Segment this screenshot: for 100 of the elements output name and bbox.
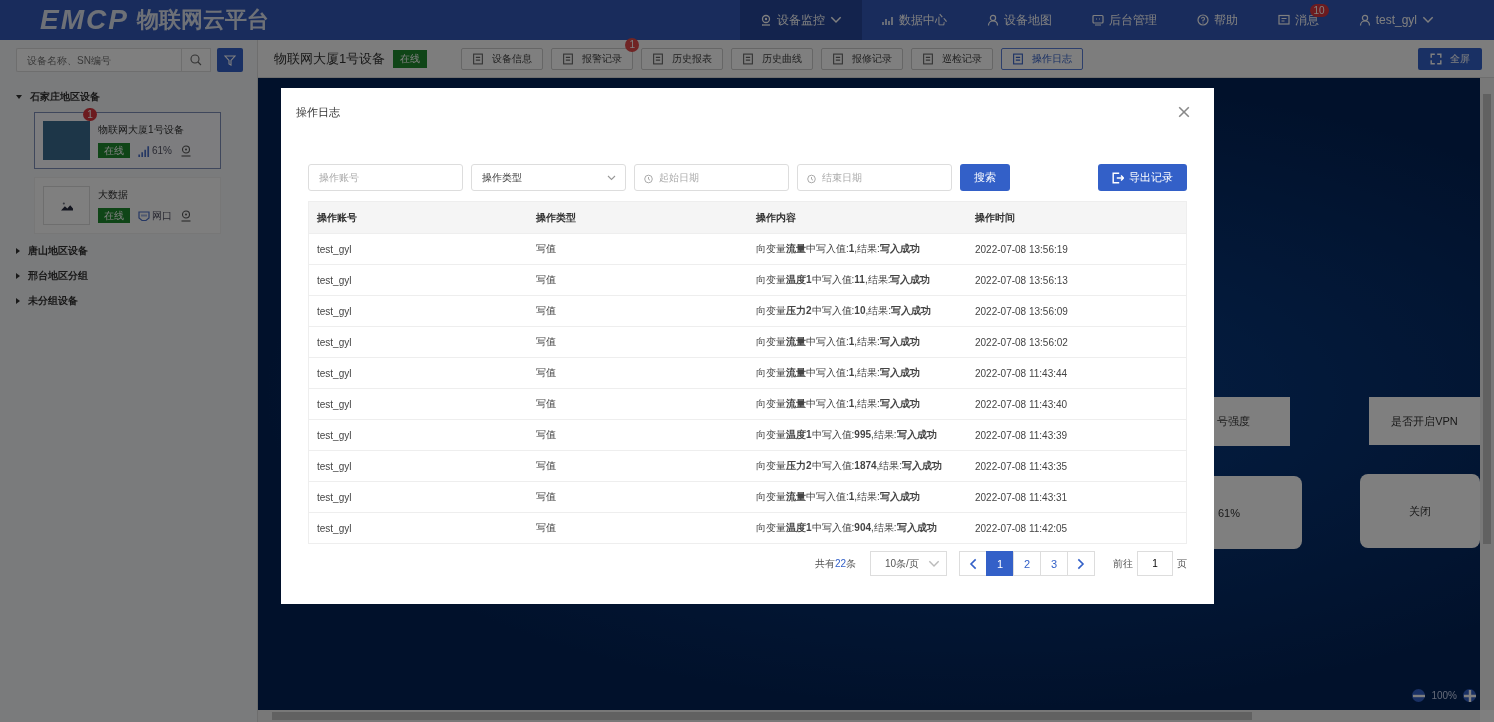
table-cell-text: 向变量压力2中写入值:1874,结果:写入成功: [756, 459, 944, 473]
table-cell-text: test_gyl: [317, 336, 353, 348]
table-cell-text: 写值: [536, 335, 557, 349]
clock-icon: [644, 173, 653, 185]
dialog-title: 操作日志: [296, 104, 340, 120]
group-label[interactable]: 邢台地区分组: [28, 268, 88, 283]
user-icon: [986, 14, 999, 26]
bar-chart-icon: [881, 14, 894, 26]
table-cell-text: 2022-07-08 13:56:19: [975, 243, 1069, 255]
next-page-button[interactable]: [1067, 551, 1095, 576]
table-cell-text: 向变量温度1中写入值:995,结果:写入成功: [756, 428, 938, 442]
toolbar-tab[interactable]: 历史曲线: [731, 47, 814, 70]
caret-icon: [607, 175, 616, 181]
column-header: 操作时间: [975, 210, 1016, 225]
status-tag: 在线: [393, 49, 428, 68]
toolbar-tab[interactable]: 操作日志: [1001, 47, 1084, 70]
nav-menu-item[interactable]: 帮助: [1176, 0, 1258, 40]
chevron-right-icon: [1075, 557, 1087, 570]
fullscreen-button[interactable]: 全屏: [1418, 47, 1482, 70]
nav-menu-item[interactable]: 后台管理: [1071, 0, 1177, 40]
document-icon: [922, 52, 935, 65]
group-label[interactable]: 唐山地区设备: [28, 243, 88, 258]
table-cell-text: 写值: [536, 490, 557, 504]
search-field[interactable]: 设备名称、SN编号: [16, 48, 181, 72]
table-cell-text: 2022-07-08 13:56:02: [975, 336, 1069, 348]
toolbar-tab[interactable]: 报警记录: [551, 47, 634, 70]
table-cell-text: 2022-07-08 11:43:35: [975, 460, 1069, 472]
table-cell-text: 2022-07-08 13:56:09: [975, 305, 1069, 317]
filter-button[interactable]: [217, 48, 243, 72]
nav-menu-item[interactable]: test_gyl: [1338, 0, 1454, 40]
page-size-dropdown[interactable]: 10条/页: [870, 551, 947, 576]
horizontal-scrollbar[interactable]: [258, 710, 1480, 722]
table-cell-text: test_gyl: [317, 429, 353, 441]
nav-menu-item[interactable]: 设备地图: [966, 0, 1072, 40]
page-button[interactable]: 3: [1040, 551, 1068, 576]
account-field[interactable]: 操作账号: [308, 164, 463, 191]
document-icon: [562, 52, 575, 65]
table-cell-text: 2022-07-08 11:43:44: [975, 367, 1069, 379]
table-cell-text: 写值: [536, 304, 557, 318]
document-icon: [652, 52, 665, 65]
table-cell-text: 写值: [536, 366, 557, 380]
photo-placeholder: [43, 121, 90, 160]
table-cell-text: 向变量流量中写入值:1,结果:写入成功: [756, 335, 921, 349]
status-tag: 在线: [98, 143, 130, 158]
toolbar-tab[interactable]: 设备信息: [461, 47, 544, 70]
goto-label: 前往: [1113, 556, 1133, 571]
page-suffix: 页: [1177, 556, 1187, 571]
table-cell-text: 2022-07-08 11:43:39: [975, 429, 1069, 441]
expand-triangle-icon[interactable]: [16, 272, 20, 279]
close-button[interactable]: [1176, 104, 1192, 120]
ethernet-port-icon: [138, 209, 150, 222]
page-button[interactable]: 2: [1013, 551, 1041, 576]
type-dropdown[interactable]: 操作类型: [471, 164, 626, 191]
table-cell-text: test_gyl: [317, 243, 353, 255]
group-label[interactable]: 未分组设备: [28, 293, 78, 308]
nav-menu-item[interactable]: 设备监控: [739, 0, 862, 40]
zoom-out-button[interactable]: [1412, 689, 1426, 702]
table-cell-text: 写值: [536, 397, 557, 411]
nav-menu-item[interactable]: 数据中心: [861, 0, 967, 40]
table-cell-text: 2022-07-08 11:43:31: [975, 491, 1069, 503]
expand-triangle-icon[interactable]: [16, 297, 20, 304]
connection-text: 网口: [152, 208, 172, 223]
location-pin-icon: [180, 144, 192, 157]
device-name: 物联网大厦1号设备: [98, 123, 185, 137]
expand-triangle-icon[interactable]: [16, 247, 20, 254]
page-button[interactable]: 1: [986, 551, 1014, 576]
search-button[interactable]: 搜索: [960, 164, 1010, 191]
search-button[interactable]: [181, 48, 211, 72]
device-card[interactable]: 大数据 在线 网口: [34, 177, 221, 234]
previous-page-button[interactable]: [959, 551, 987, 576]
zoom-level: 100%: [1431, 690, 1457, 701]
column-header: 操作账号: [317, 210, 358, 225]
table-cell-text: 向变量流量中写入值:1,结果:写入成功: [756, 242, 921, 256]
end-date-field[interactable]: 结束日期: [797, 164, 952, 191]
location-pin-icon: [759, 14, 772, 26]
table-cell-text: test_gyl: [317, 491, 353, 503]
export-button[interactable]: 导出记录: [1098, 164, 1187, 191]
start-date-field[interactable]: 起始日期: [634, 164, 789, 191]
signal-bars-icon: [138, 144, 150, 157]
document-icon: [472, 52, 485, 65]
group-label[interactable]: 石家庄地区设备: [30, 89, 100, 104]
zoom-in-button[interactable]: [1463, 689, 1476, 702]
device-title: 物联网大厦1号设备: [274, 49, 386, 68]
filter-icon: [224, 54, 236, 66]
vertical-scrollbar[interactable]: [1480, 78, 1494, 710]
table-cell-text: test_gyl: [317, 398, 353, 410]
table-cell-text: 向变量压力2中写入值:10,结果:写入成功: [756, 304, 933, 318]
platform-title: 物联网云平台: [136, 6, 269, 34]
page-number-field[interactable]: 1: [1137, 551, 1173, 576]
toolbar-tab[interactable]: 报修记录: [821, 47, 904, 70]
table-cell-text: test_gyl: [317, 522, 353, 534]
collapse-triangle-icon[interactable]: [16, 94, 22, 99]
value-card: 关闭: [1360, 474, 1480, 548]
toolbar-tab[interactable]: 巡检记录: [911, 47, 994, 70]
total-count-text: 共有22条: [814, 556, 856, 571]
toolbar-tab[interactable]: 历史报表: [641, 47, 724, 70]
table-cell-text: 向变量温度1中写入值:11,结果:写入成功: [756, 273, 932, 287]
logo-text: EMCP: [40, 4, 129, 36]
document-icon: [1012, 52, 1025, 65]
table-cell-text: test_gyl: [317, 367, 353, 379]
